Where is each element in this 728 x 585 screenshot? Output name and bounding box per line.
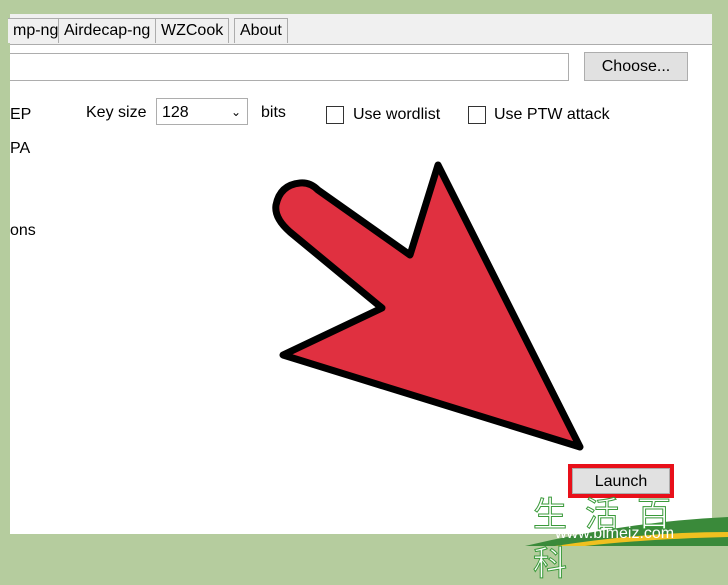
watermark-url: www.bimeiz.com: [555, 525, 675, 542]
red-arrow-icon: [272, 161, 584, 451]
watermark: 生活百科 www.bimeiz.com: [525, 487, 728, 584]
